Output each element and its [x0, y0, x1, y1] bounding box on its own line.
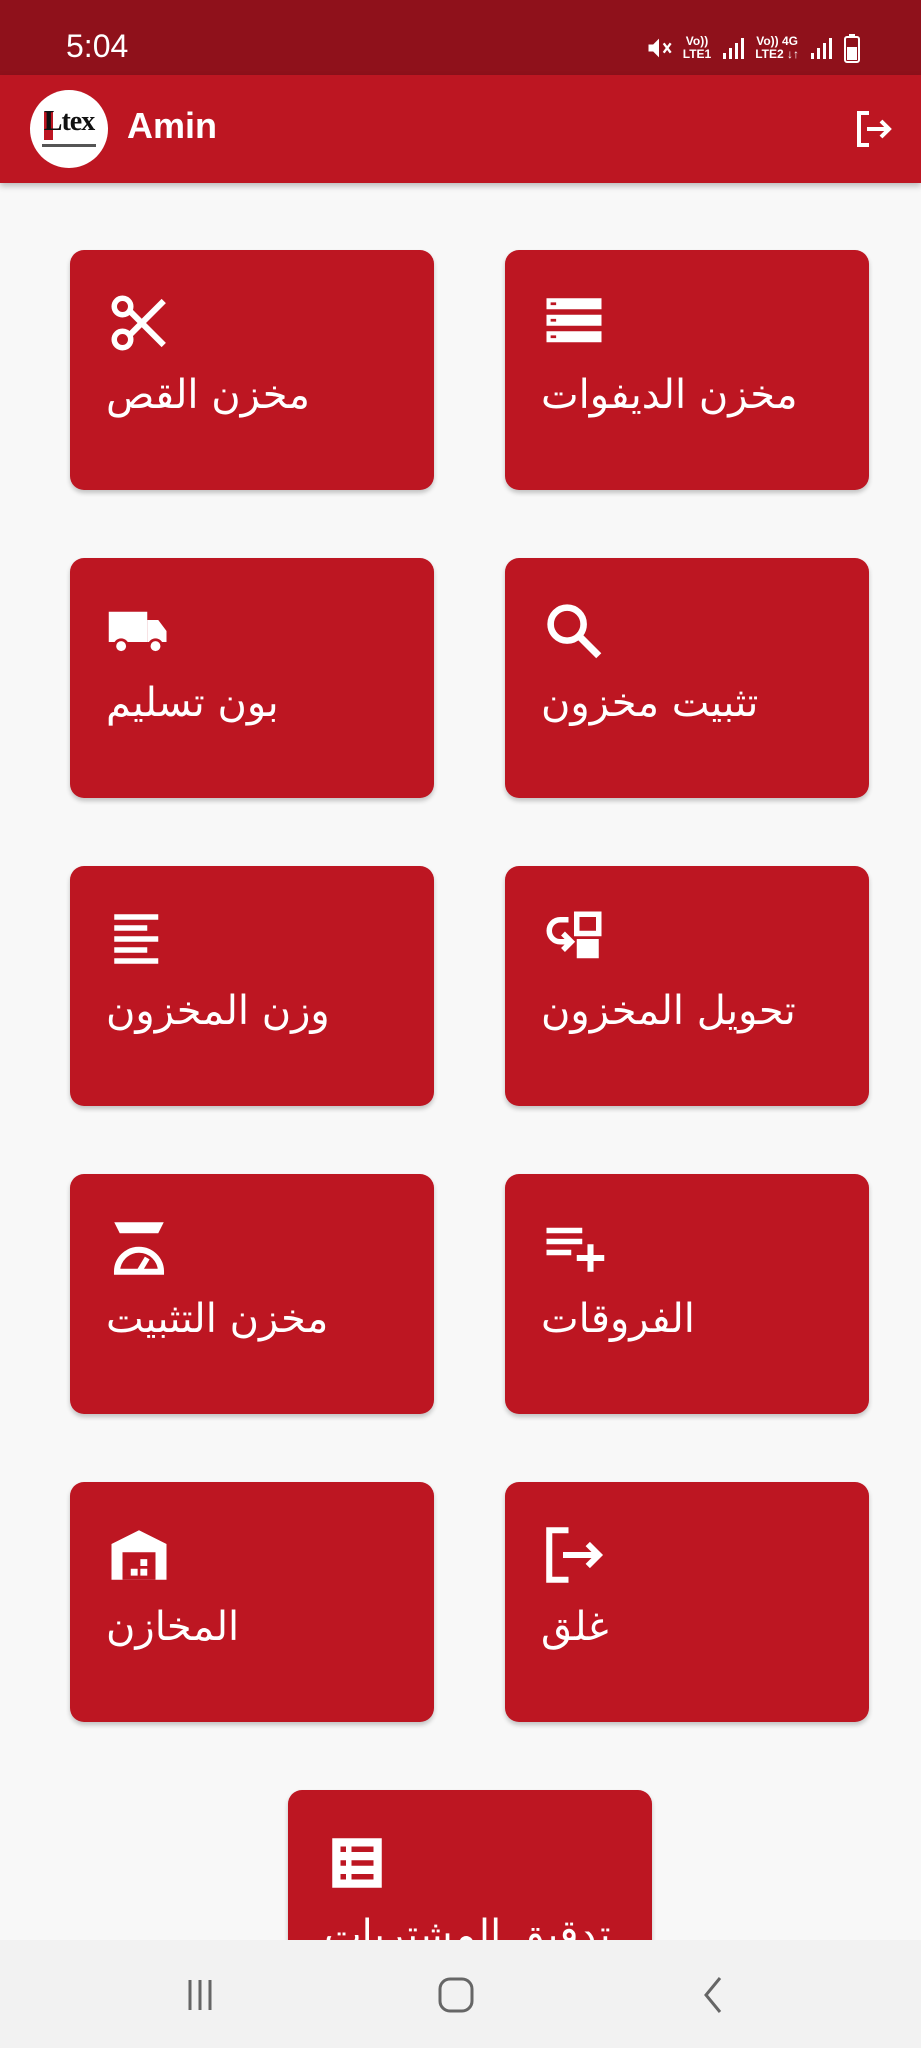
home-icon[interactable]: [426, 1970, 486, 2020]
tile-differences[interactable]: الفروقات: [505, 1174, 869, 1414]
tile-warehouses[interactable]: المخازن: [70, 1482, 434, 1722]
recents-icon[interactable]: [170, 1970, 230, 2020]
user-name: Amin: [127, 105, 217, 146]
app-bar: Ltex Amin: [0, 75, 921, 183]
lines-icon: [114, 914, 159, 964]
app-logo: Ltex: [30, 90, 108, 168]
tile-stock-transfer[interactable]: تحويل المخزون: [505, 866, 869, 1106]
tile-label: الفروقات: [541, 1296, 695, 1342]
tile-stock-weight[interactable]: وزن المخزون: [70, 866, 434, 1106]
search-icon: [547, 604, 602, 659]
storage-list-icon: [546, 298, 602, 343]
warehouse-icon: [111, 1530, 167, 1580]
back-icon[interactable]: [684, 1970, 744, 2020]
sim1-indicator: Vo)) LTE1: [682, 34, 712, 61]
logo-text: Ltex: [43, 106, 95, 137]
scale-icon: [113, 1222, 165, 1275]
battery-icon: [844, 34, 860, 63]
signal-icon: [723, 38, 745, 59]
playlist-add-icon: [546, 1227, 605, 1272]
tile-confirm-store[interactable]: مخزن التثبيت: [70, 1174, 434, 1414]
logout-icon[interactable]: [849, 105, 897, 153]
tile-delivery-note[interactable]: بون تسليم: [70, 558, 434, 798]
signal-icon: [811, 38, 832, 59]
tile-close[interactable]: غلق: [505, 1482, 869, 1722]
transfer-icon: [546, 911, 602, 959]
sim2-indicator: Vo)) 4G LTE2 ↓↑: [755, 34, 799, 61]
truck-icon: [108, 611, 167, 654]
scissors-icon: [111, 295, 166, 351]
tile-label: تحويل المخزون: [541, 988, 796, 1034]
tile-stock-confirm[interactable]: تثبيت مخزون: [505, 558, 869, 798]
tile-label: المخازن: [106, 1604, 240, 1650]
mute-icon: [648, 38, 672, 58]
status-icons: Vo)) LTE1 Vo)) 4G LTE2 ↓↑: [645, 28, 861, 68]
tile-label: مخزن الديفوات: [541, 372, 798, 418]
checklist-icon: [332, 1838, 382, 1888]
status-time: 5:04: [66, 28, 129, 64]
exit-icon: [546, 1527, 604, 1583]
system-nav-bar: [0, 1940, 921, 2048]
tile-cutting-store[interactable]: مخزن القص: [70, 250, 434, 490]
tile-label: مخزن التثبيت: [106, 1296, 329, 1342]
tile-label: تثبيت مخزون: [541, 680, 759, 726]
status-bar: 5:04 Vo)) LTE1 Vo)) 4G LTE2 ↓↑: [0, 0, 921, 75]
tile-label: وزن المخزون: [106, 988, 330, 1034]
tile-label: غلق: [541, 1604, 609, 1650]
tile-defect-store[interactable]: مخزن الديفوات: [505, 250, 869, 490]
tile-label: بون تسليم: [106, 680, 279, 726]
tile-label: مخزن القص: [106, 372, 310, 418]
